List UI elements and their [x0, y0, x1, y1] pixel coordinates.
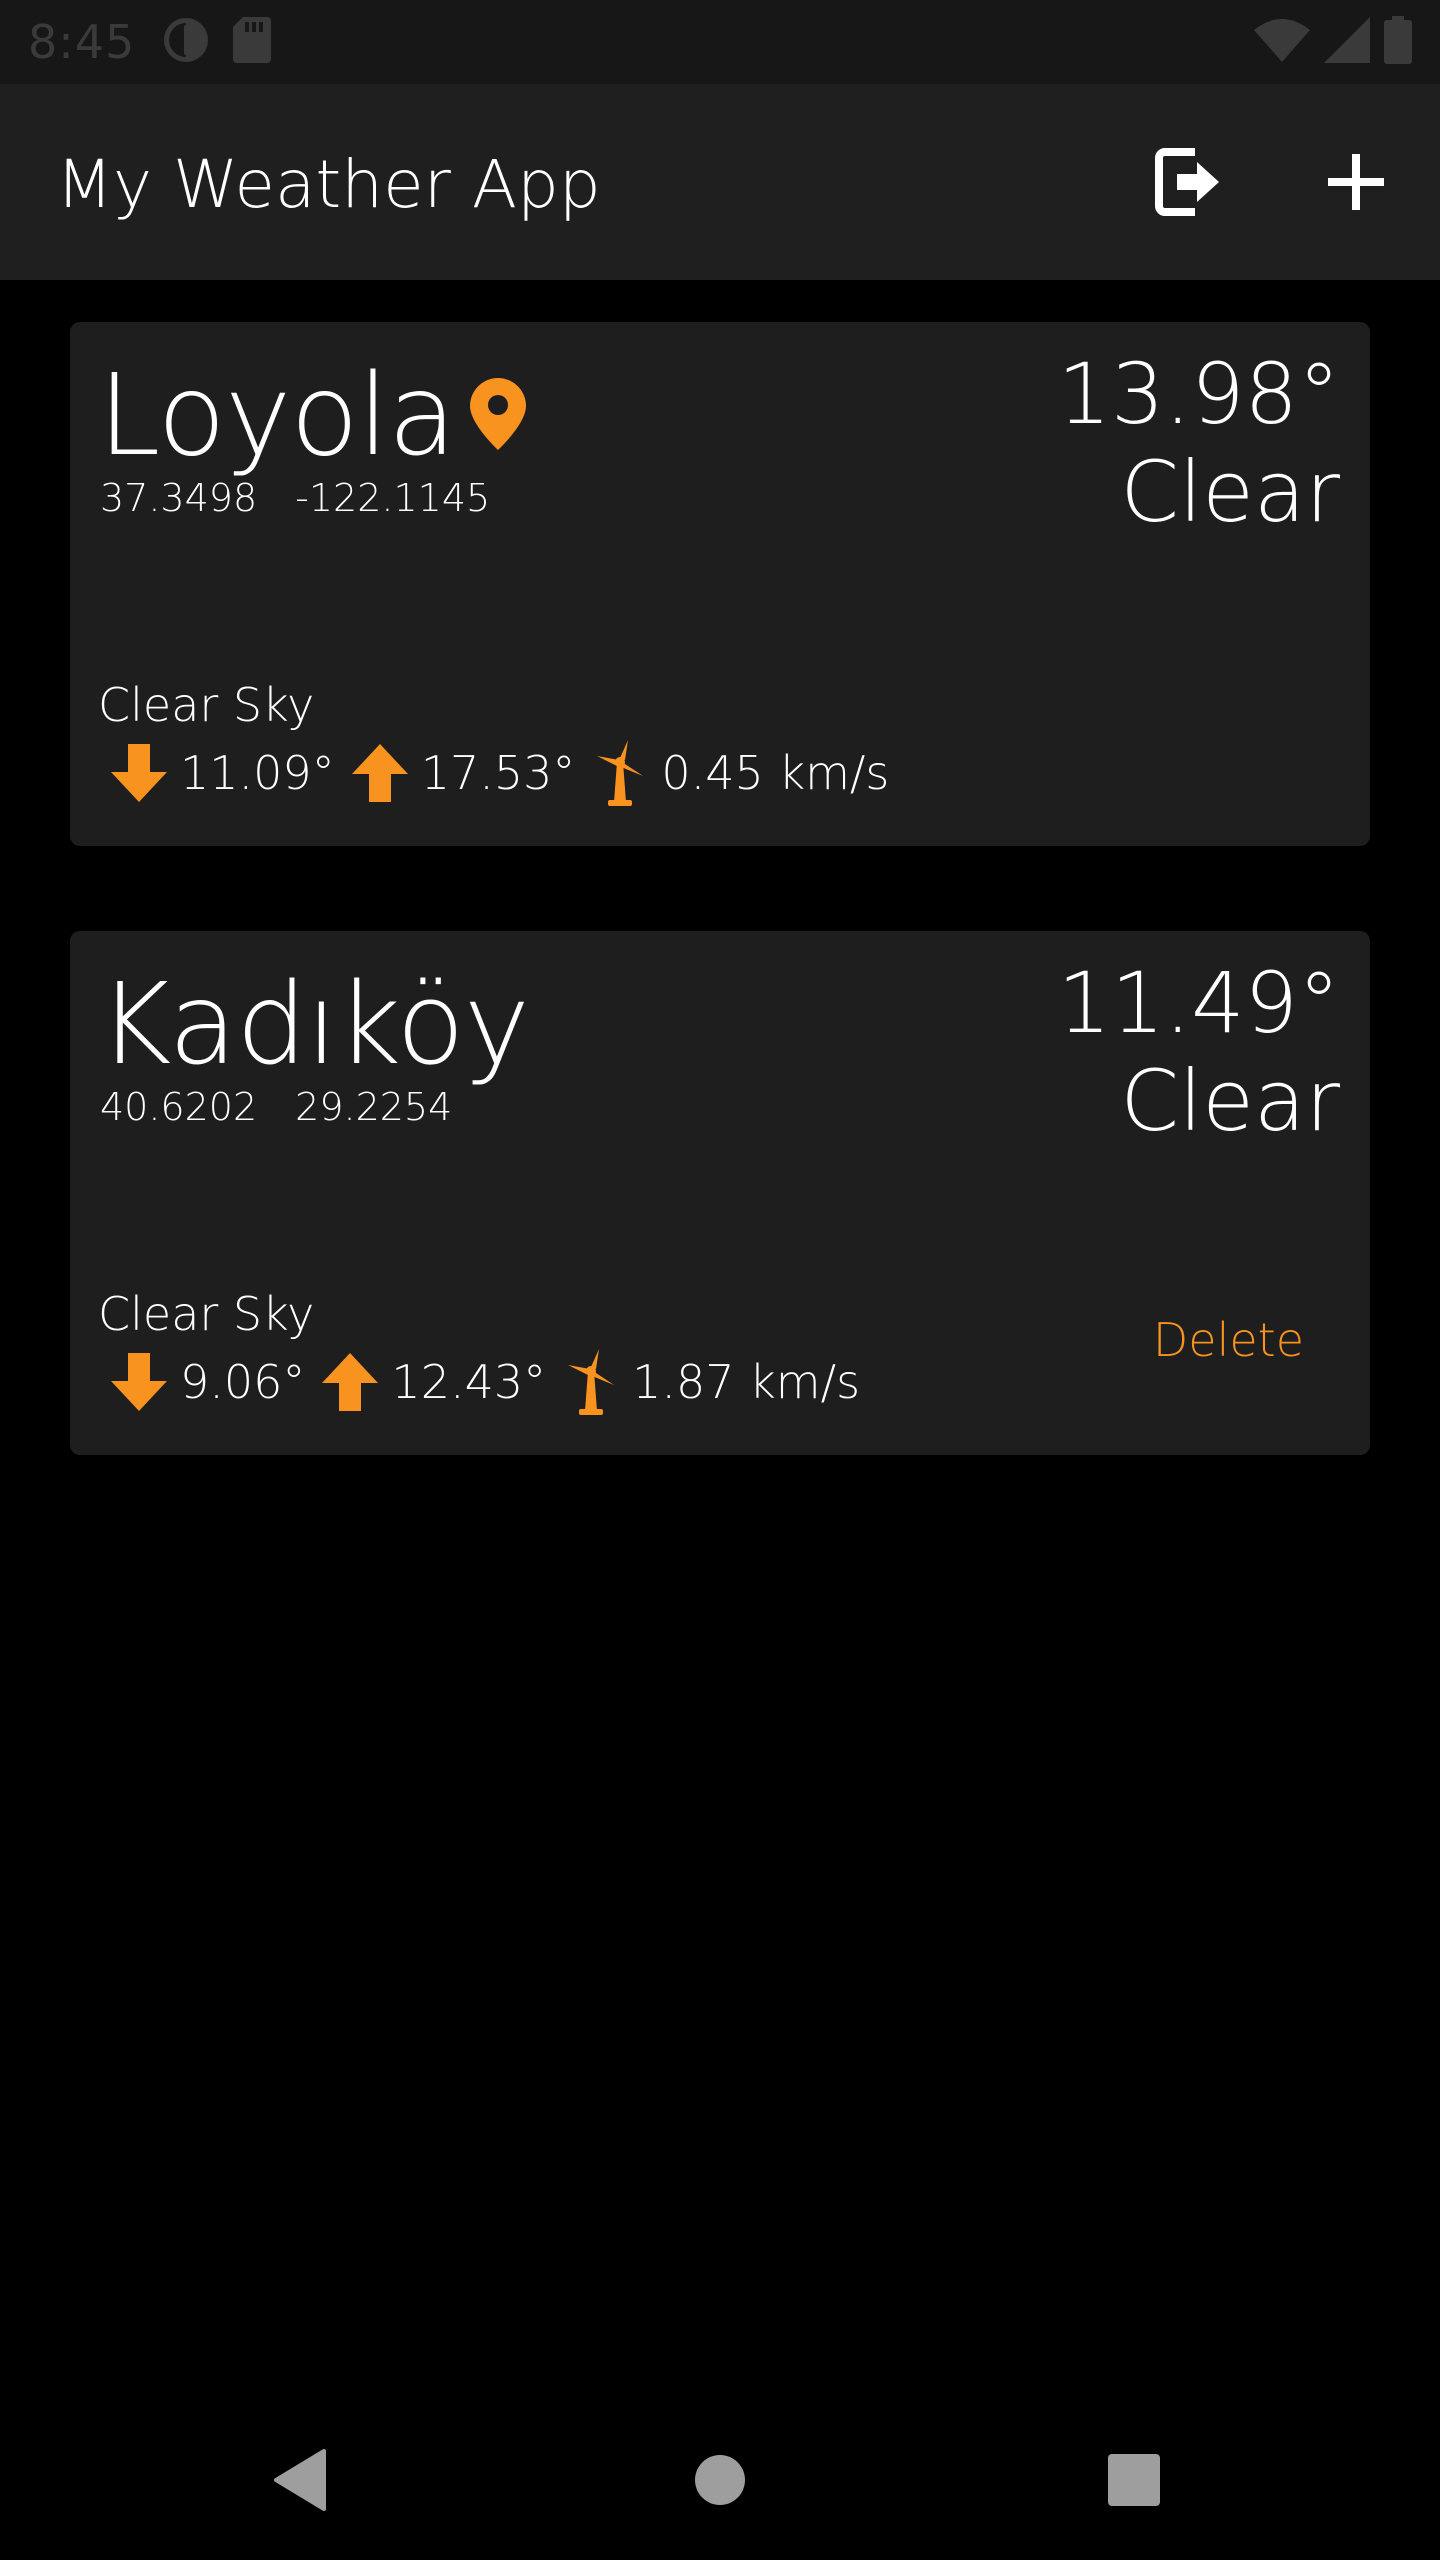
arrow-up-icon [349, 740, 411, 806]
location-pin-icon [469, 378, 526, 454]
navigation-bar [0, 2394, 1440, 2560]
wind-turbine-icon [560, 1349, 622, 1415]
signal-icon [1324, 17, 1370, 67]
app-title: My Weather App [56, 146, 601, 223]
wind-turbine-icon [589, 740, 651, 806]
sd-card-icon [233, 17, 272, 67]
logout-button[interactable] [1140, 134, 1236, 230]
add-icon [1328, 154, 1384, 210]
weather-stats: 11.09° 17.53° 0.45 km/s [108, 740, 903, 806]
app-notification-icon [161, 15, 211, 69]
weather-description: Clear Sky [98, 678, 315, 732]
coordinates: 40.6202 29.2254 [100, 1085, 452, 1129]
status-time: 8:45 [28, 15, 136, 69]
wifi-icon [1254, 18, 1310, 66]
wind-speed: 0.45 km/s [661, 746, 890, 800]
max-temperature: 17.53° [420, 746, 576, 800]
city-name: Loyola [98, 351, 457, 481]
weather-condition: Clear [1120, 443, 1340, 541]
recents-icon [1108, 2454, 1160, 2506]
back-button[interactable] [250, 2430, 350, 2530]
latitude: 37.3498 [100, 476, 258, 520]
longitude: 29.2254 [295, 1085, 453, 1129]
max-temperature: 12.43° [391, 1355, 547, 1409]
app-bar: My Weather App [0, 84, 1440, 280]
min-temperature: 11.09° [180, 746, 335, 800]
min-temperature: 9.06° [180, 1355, 306, 1409]
current-temperature: 13.98° [1057, 345, 1340, 443]
weather-description: Clear Sky [98, 1287, 315, 1341]
current-temperature: 11.49° [1057, 954, 1340, 1052]
city-name: Kadıköy [98, 960, 530, 1090]
weather-stats: 9.06° 12.43° 1.87 km/s [108, 1349, 874, 1415]
coordinates: 37.3498 -122.1145 [100, 476, 490, 520]
battery-icon [1384, 16, 1412, 68]
arrow-up-icon [319, 1349, 381, 1415]
weather-condition: Clear [1120, 1052, 1340, 1150]
latitude: 40.6202 [100, 1085, 258, 1129]
home-icon [695, 2455, 745, 2505]
city-card[interactable]: Kadıköy 40.6202 29.2254 11.49° Clear Cle… [70, 931, 1370, 1455]
recents-button[interactable] [1084, 2430, 1184, 2530]
arrow-down-icon [108, 1349, 170, 1415]
home-button[interactable] [670, 2430, 770, 2530]
delete-button[interactable]: Delete [1153, 1313, 1304, 1367]
wind-speed: 1.87 km/s [632, 1355, 861, 1409]
logout-icon [1155, 148, 1219, 216]
city-card[interactable]: Loyola 37.3498 -122.1145 13.98° Clear Cl… [70, 322, 1370, 846]
arrow-down-icon [108, 740, 170, 806]
status-bar: 8:45 [0, 0, 1440, 84]
back-icon [274, 2449, 326, 2511]
longitude: -122.1145 [295, 476, 491, 520]
add-city-button[interactable] [1308, 134, 1404, 230]
